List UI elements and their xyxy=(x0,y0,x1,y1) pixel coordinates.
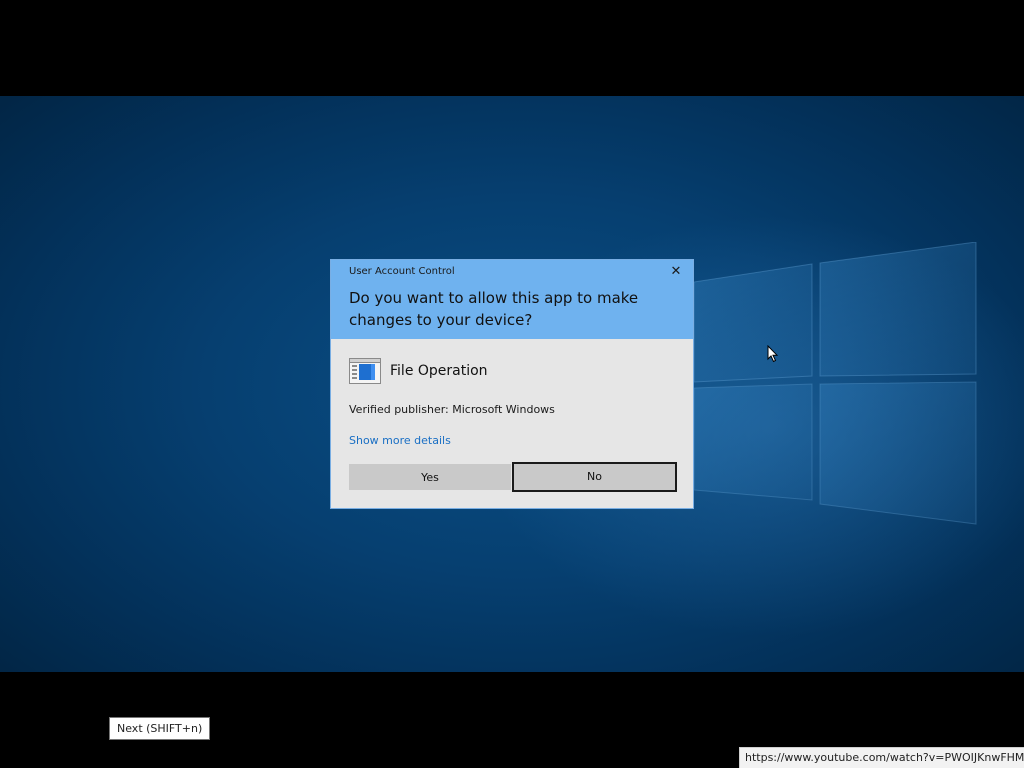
uac-header: User Account Control ✕ Do you want to al… xyxy=(331,260,693,339)
show-more-details-link[interactable]: Show more details xyxy=(349,434,451,447)
windows-logo-icon xyxy=(694,242,977,525)
status-url: https://www.youtube.com/watch?v=PWOIJKnw… xyxy=(739,747,1024,768)
app-name: File Operation xyxy=(390,363,488,379)
publisher-text: Verified publisher: Microsoft Windows xyxy=(349,403,555,416)
screen: User Account Control ✕ Do you want to al… xyxy=(0,0,1024,768)
uac-caption: User Account Control xyxy=(349,266,455,277)
uac-dialog: User Account Control ✕ Do you want to al… xyxy=(330,259,694,509)
mouse-cursor-icon xyxy=(767,345,779,363)
uac-question: Do you want to allow this app to make ch… xyxy=(349,289,639,329)
app-row: File Operation xyxy=(349,357,488,385)
yes-button[interactable]: Yes xyxy=(349,464,511,490)
file-operation-icon xyxy=(349,358,381,384)
next-tooltip: Next (SHIFT+n) xyxy=(109,717,211,740)
close-icon[interactable]: ✕ xyxy=(668,264,684,280)
no-button[interactable]: No xyxy=(512,462,677,492)
